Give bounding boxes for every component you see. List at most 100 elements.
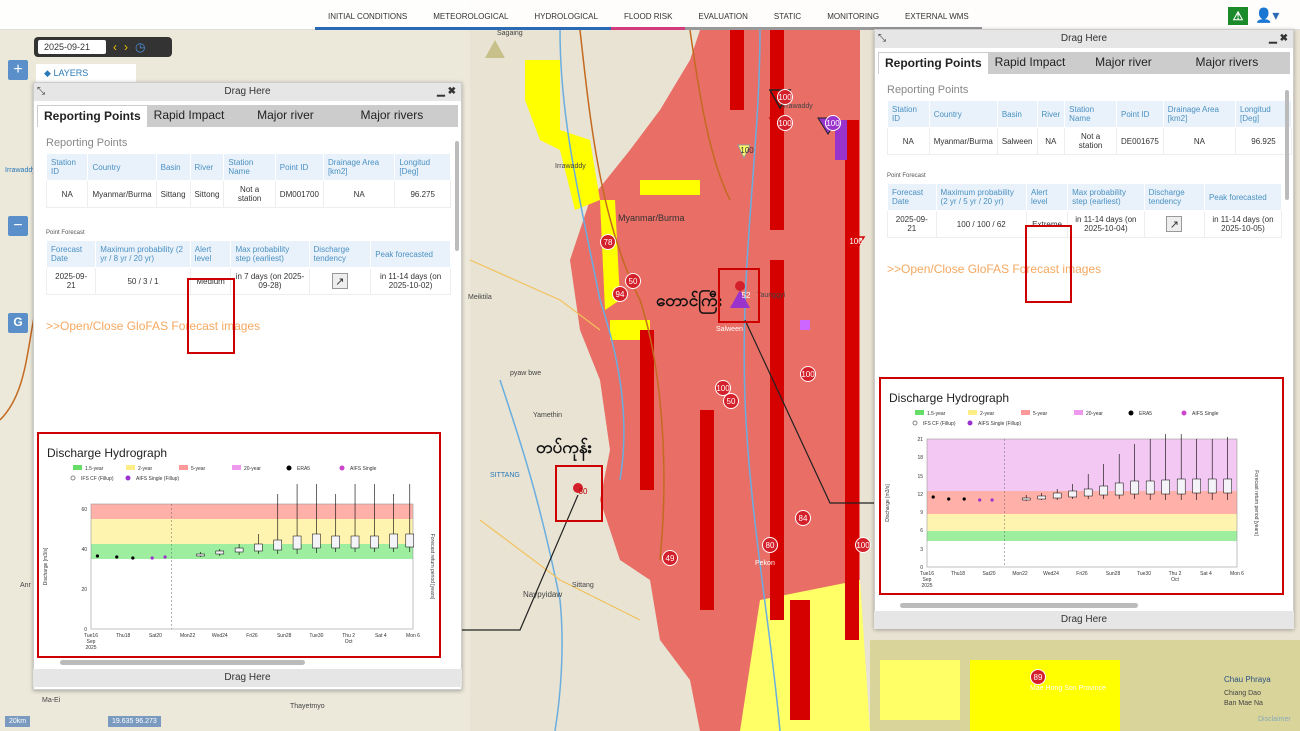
nav-tab[interactable]: STATIC xyxy=(760,0,815,30)
station-cell: Not a station xyxy=(1064,127,1117,155)
nav-tab[interactable]: EVALUATION xyxy=(685,0,761,30)
map-badge[interactable]: 78 xyxy=(600,234,616,250)
panel-tab[interactable]: Major river xyxy=(251,105,355,127)
nav-tab[interactable]: FLOOD RISK xyxy=(610,0,686,30)
date-input[interactable]: 2025-09-21 xyxy=(38,40,106,54)
map-badge[interactable]: 100 xyxy=(848,234,864,250)
warning-icon[interactable]: ⚠ xyxy=(1228,7,1248,25)
panel-tab[interactable]: Major river xyxy=(1089,52,1190,74)
ensemble-box xyxy=(1161,479,1170,495)
zoom-out-button[interactable]: − xyxy=(8,216,28,236)
map-label-salween: Salween xyxy=(716,326,743,333)
map-badge[interactable]: 100 xyxy=(777,89,793,105)
nav-tab[interactable]: INITIAL CONDITIONS xyxy=(315,0,421,30)
nav-tab[interactable]: METEOROLOGICAL xyxy=(420,0,522,30)
x-tick-label: Sat20 xyxy=(982,571,995,577)
y-tick-label: 15 xyxy=(917,474,923,480)
horizontal-scrollbar[interactable] xyxy=(60,660,305,665)
disclaimer-link[interactable]: Disclaimer xyxy=(1258,716,1291,723)
panel-tab[interactable]: Reporting Points xyxy=(878,52,989,74)
resize-icon[interactable]: ⤡ xyxy=(878,30,886,48)
chevron-right-icon[interactable]: › xyxy=(124,40,128,54)
x-tick-label: Mon22 xyxy=(1012,571,1028,577)
map-badge[interactable]: 100 xyxy=(739,143,755,159)
map-badge[interactable]: 84 xyxy=(795,510,811,526)
legend-label: AIFS Single xyxy=(350,466,377,472)
layers-button[interactable]: ◆ LAYERS xyxy=(36,64,136,82)
nav-tab[interactable]: EXTERNAL WMS xyxy=(892,0,982,30)
y-tick-label: 3 xyxy=(920,547,923,553)
ensemble-box xyxy=(370,535,379,549)
station-header: Drainage Area [km2] xyxy=(322,153,396,181)
ensemble-box xyxy=(1223,478,1232,494)
panel-drag-header[interactable]: ⤡ Drag Here ▁ ✖ xyxy=(34,83,461,101)
map-label-thayetmyo: Thayetmyo xyxy=(290,703,325,710)
ensemble-box xyxy=(1207,478,1217,494)
map-badge[interactable]: 100 xyxy=(777,115,793,131)
legend-label: 20-year xyxy=(1086,411,1103,417)
drag-footer[interactable]: Drag Here xyxy=(33,669,462,687)
map-badge[interactable]: 94 xyxy=(612,286,628,302)
panel-drag-header[interactable]: ⤡ Drag Here ▁ ✖ xyxy=(875,30,1293,48)
map-badge[interactable]: 80 xyxy=(762,537,778,553)
ensemble-box xyxy=(1099,485,1108,496)
ensemble-box xyxy=(331,535,340,549)
hydrograph-chart: 1.5-year 2-year 5-year 20-year ERA5 AIFS Sing… xyxy=(885,410,1259,589)
x-tick-label: Thu18 xyxy=(116,633,130,639)
google-layer-button[interactable]: G xyxy=(8,313,28,333)
legend-label: 2-year xyxy=(980,411,995,417)
station-cell: Salween xyxy=(996,127,1038,155)
glofas-link[interactable]: >>Open/Close GloFAS Forecast images xyxy=(875,252,1293,286)
nav-tab[interactable]: HYDROLOGICAL xyxy=(521,0,611,30)
map-label-meiktila: Meiktila xyxy=(468,294,492,301)
vertical-scrollbar[interactable] xyxy=(1285,90,1289,200)
panel-tab[interactable]: Major rivers xyxy=(1189,52,1290,74)
map-badge[interactable]: 50 xyxy=(723,393,739,409)
x-tick-label: Sat 4 xyxy=(375,633,387,639)
horizontal-scrollbar[interactable] xyxy=(900,603,1138,608)
panel-tab[interactable]: Major rivers xyxy=(354,105,458,127)
section-title: Reporting Points xyxy=(46,137,128,149)
map-badge[interactable]: 89 xyxy=(1030,669,1046,685)
station-cell: Sittang xyxy=(155,180,191,208)
panel-tab[interactable]: Rapid Impact xyxy=(147,105,252,127)
forecast-header: Discharge tendency xyxy=(308,240,372,268)
y-tick-label: 60 xyxy=(81,507,87,513)
map-badge[interactable]: 50 xyxy=(625,273,641,289)
resize-icon[interactable]: ⤡ xyxy=(37,83,45,101)
map-badge[interactable]: 100 xyxy=(825,115,841,131)
forecast-table: Forecast Date Maximum probability (2 yr /… xyxy=(887,183,1283,238)
vertical-scrollbar[interactable] xyxy=(455,141,459,251)
forecast-header: Peak forecasted xyxy=(370,240,451,268)
window-buttons[interactable]: ▁ ✖ xyxy=(1269,30,1288,48)
panel-tab[interactable]: Reporting Points xyxy=(37,105,148,127)
zoom-in-button[interactable]: + xyxy=(8,60,28,80)
station-header: Longitud [Deg] xyxy=(1235,100,1292,128)
map-badge[interactable]: 100 xyxy=(855,537,871,553)
nav-tab[interactable]: MONITORING xyxy=(814,0,893,30)
forecast-header: Alert level xyxy=(1025,183,1069,211)
legend-swatch xyxy=(73,465,82,470)
chevron-left-icon[interactable]: ‹ xyxy=(113,40,117,54)
user-icon[interactable]: 👤▾ xyxy=(1255,7,1279,24)
legend-label: IFS CF (Fillup) xyxy=(81,476,114,482)
x-tick-label: Sat 4 xyxy=(1200,571,1212,577)
x-tick-label: 2025 xyxy=(85,645,96,651)
map-badge[interactable]: 100 xyxy=(800,366,816,382)
drag-footer[interactable]: Drag Here xyxy=(874,611,1294,629)
map-badge[interactable]: 49 xyxy=(662,550,678,566)
panel-tab[interactable]: Rapid Impact xyxy=(988,52,1090,74)
window-buttons[interactable]: ▁ ✖ xyxy=(437,83,456,101)
forecast-header: Max probability step (earliest) xyxy=(230,240,310,268)
forecast-cell: 2025-09-21 xyxy=(887,210,937,238)
hydrograph-chart: 1.5-year 2-year 5-year 20-year ERA5 AIFS Sing… xyxy=(43,465,435,651)
legend-label: 1.5-year xyxy=(927,411,946,417)
return-period-band xyxy=(91,544,413,559)
glofas-link[interactable]: >>Open/Close GloFAS Forecast images xyxy=(34,309,461,343)
y-tick-label: 12 xyxy=(917,492,923,498)
burmese-label-tatkon: တပ်ကုန်း xyxy=(536,438,592,458)
legend-swatch xyxy=(1021,410,1030,415)
x-tick-label: Sun28 xyxy=(1106,571,1121,577)
clock-icon[interactable]: ◷ xyxy=(135,40,145,54)
return-period-band xyxy=(927,531,1237,541)
